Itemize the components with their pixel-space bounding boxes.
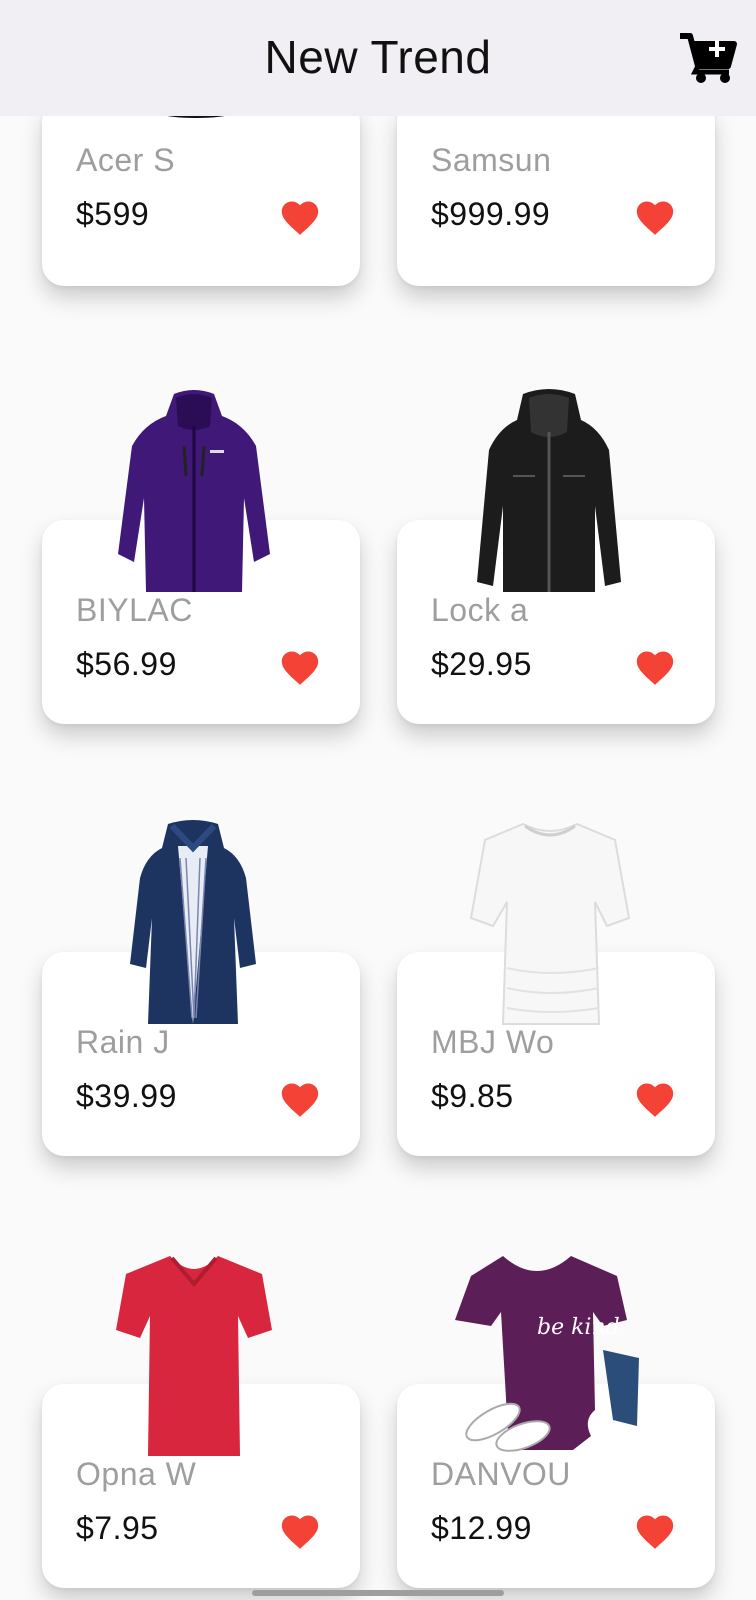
- product-name: Acer S: [76, 142, 176, 178]
- cart-plus-icon: [680, 33, 737, 83]
- product-price: $29.95: [431, 646, 532, 682]
- product-name: Rain J: [76, 1024, 170, 1060]
- heart-icon[interactable]: [633, 1510, 677, 1550]
- product-card[interactable]: MBJ Wo $9.85: [397, 818, 715, 1158]
- heart-icon[interactable]: [633, 196, 677, 236]
- product-image: [114, 1250, 274, 1460]
- product-price: $7.95: [76, 1510, 159, 1546]
- page-title: New Trend: [264, 31, 492, 83]
- product-card[interactable]: BIYLAC $56.99: [42, 386, 360, 726]
- product-price: $12.99: [431, 1510, 532, 1546]
- heart-icon[interactable]: [278, 646, 322, 686]
- heart-icon[interactable]: [278, 196, 322, 236]
- product-image: [467, 818, 633, 1028]
- product-name: DANVOU: [431, 1456, 571, 1492]
- product-card[interactable]: Acer S $599: [42, 116, 360, 290]
- product-image: [158, 116, 234, 120]
- heart-icon[interactable]: [278, 1510, 322, 1550]
- product-image: be kind: [453, 1250, 643, 1460]
- heart-icon[interactable]: [633, 646, 677, 686]
- product-card[interactable]: Rain J $39.99: [42, 818, 360, 1158]
- product-card[interactable]: Samsun $999.99: [397, 116, 715, 290]
- product-image: [114, 386, 274, 596]
- shirt-print-text: be kind: [537, 1315, 620, 1340]
- cart-button[interactable]: [678, 30, 738, 88]
- product-price: $39.99: [76, 1078, 177, 1114]
- product-card[interactable]: Opna W $7.95: [42, 1250, 360, 1590]
- product-card[interactable]: Lock a $29.95: [397, 386, 715, 726]
- product-name: Lock a: [431, 592, 529, 628]
- product-image: [475, 386, 623, 596]
- home-indicator: [252, 1590, 504, 1596]
- heart-icon[interactable]: [633, 1078, 677, 1118]
- heart-icon[interactable]: [278, 1078, 322, 1118]
- product-name: BIYLAC: [76, 592, 193, 628]
- product-price: $56.99: [76, 646, 177, 682]
- app-bar: New Trend: [0, 0, 756, 116]
- product-name: Opna W: [76, 1456, 197, 1492]
- product-grid: Acer S $599 Samsun $999.99 BIYLAC $56.99…: [0, 116, 756, 1600]
- product-price: $599: [76, 196, 150, 232]
- product-name: Samsun: [431, 142, 552, 178]
- product-price: $999.99: [431, 196, 551, 232]
- product-price: $9.85: [431, 1078, 514, 1114]
- product-name: MBJ Wo: [431, 1024, 555, 1060]
- product-image: [128, 818, 258, 1028]
- product-card[interactable]: be kind DANVOU $12.99: [397, 1250, 715, 1590]
